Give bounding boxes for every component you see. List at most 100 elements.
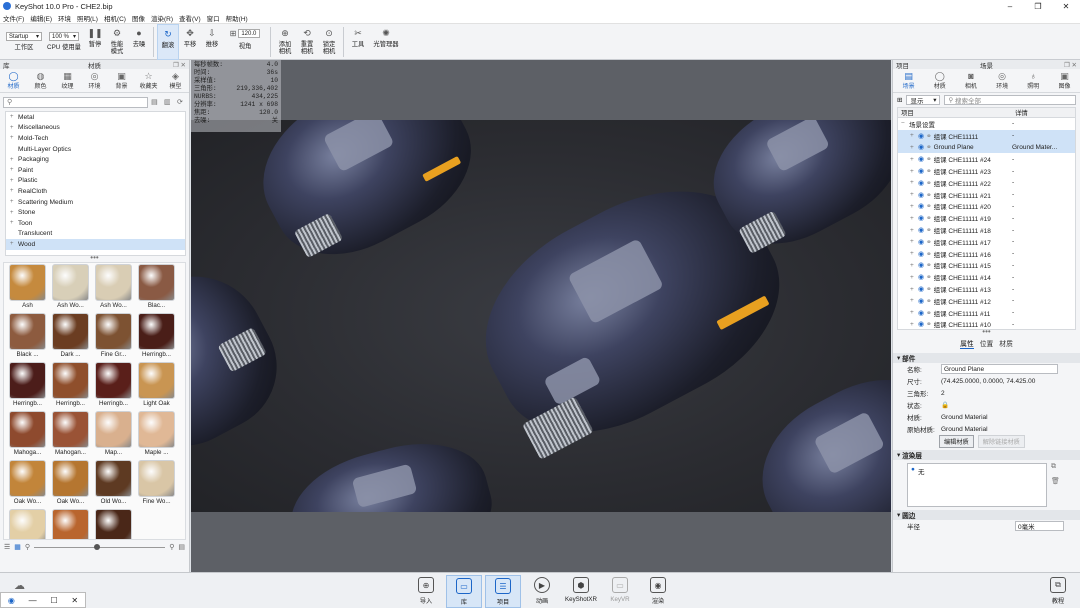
scene-tree-row[interactable]: + ◉ ⚭ 组课 CHE11111 #24 - — [898, 153, 1075, 165]
material-swatch[interactable]: Ash Wo... — [49, 263, 92, 310]
tab-colors[interactable]: ◍ 颜色 — [27, 69, 54, 92]
minimize-button[interactable]: – — [996, 2, 1024, 11]
material-swatch[interactable]: Herringb... — [6, 361, 49, 408]
animation-button[interactable]: ▶ 动画 — [524, 575, 560, 608]
keyshotxr-button[interactable]: ⬢ KeyShotXR — [560, 575, 602, 608]
scene-tree-row[interactable]: + ◉ ⚭ 组课 CHE11111 #16 - — [898, 248, 1075, 260]
material-folder-item[interactable]: + Miscellaneous — [6, 123, 185, 134]
scene-tree-row[interactable]: + ◉ ⚭ 组课 CHE11111 #15 - — [898, 260, 1075, 272]
visibility-eye-icon[interactable]: ◉ — [918, 297, 924, 305]
visibility-eye-icon[interactable]: ◉ — [918, 202, 924, 210]
material-swatch[interactable]: Maple ... — [135, 410, 178, 457]
folder-icon[interactable]: ▤ — [151, 98, 158, 106]
material-swatch[interactable]: Ash — [6, 263, 49, 310]
radius-input[interactable]: 0毫米 — [1015, 521, 1064, 531]
tab-material[interactable]: ◯ 材质 — [924, 69, 955, 92]
tab-part-material[interactable]: 材质 — [999, 338, 1013, 348]
tumble-button[interactable]: ↻ 翻滚 — [157, 24, 179, 60]
material-folder-item[interactable]: + Toon — [6, 218, 185, 229]
menu-help[interactable]: 帮助(H) — [223, 13, 251, 23]
material-swatch[interactable]: Herringb... — [49, 361, 92, 408]
close-icon[interactable]: ✕ — [71, 596, 78, 605]
render-layers-section-header[interactable]: ▾ 渲染层 — [893, 450, 1080, 460]
close-button[interactable]: ✕ — [1052, 2, 1080, 11]
library-button[interactable]: ▭ 库 — [446, 575, 482, 608]
material-folder-item[interactable]: + Packaging — [6, 154, 185, 165]
light-manager-button[interactable]: ✺ 光管理器 — [369, 24, 403, 60]
render-viewport[interactable]: 每秒帧数: 4.0 时间: 36s 采样值: 10 三角形: 219,336,402 NURBS… — [191, 60, 891, 572]
material-folder-item[interactable]: + Mold-Tech — [6, 133, 185, 144]
visibility-eye-icon[interactable]: ◉ — [918, 214, 924, 222]
menu-lighting[interactable]: 照明(L) — [74, 13, 101, 23]
tab-image[interactable]: ▣ 图像 — [1049, 69, 1080, 92]
material-swatch[interactable]: Oak Wo... — [6, 459, 49, 506]
render-layers-list[interactable]: ● 无 — [907, 463, 1047, 507]
expand-icon[interactable]: + — [10, 220, 18, 226]
visibility-eye-icon[interactable]: ◉ — [918, 273, 924, 281]
material-swatch[interactable] — [6, 508, 49, 539]
fov-input[interactable]: 120.0 — [238, 29, 261, 38]
menu-camera[interactable]: 相机(C) — [101, 13, 129, 23]
expand-icon[interactable]: + — [910, 286, 918, 293]
edit-material-button[interactable]: 编辑材质 — [939, 434, 974, 448]
material-folder-item[interactable]: + Plastic — [6, 176, 185, 187]
scene-tree-row[interactable]: + ◉ ⚭ 组课 CHE11111 #11 - — [898, 307, 1075, 319]
list-view-icon[interactable]: ☰ — [4, 543, 10, 551]
maximize-button[interactable]: ❐ — [1024, 2, 1052, 11]
material-folder-item[interactable]: + Paint — [6, 165, 185, 176]
menu-render[interactable]: 渲染(R) — [148, 13, 176, 23]
expand-icon[interactable]: + — [910, 321, 918, 328]
app-dot-icon[interactable]: ◉ — [8, 596, 15, 605]
scene-tree-row[interactable]: + ◉ ⚭ 组课 CHE11111 #18 - — [898, 224, 1075, 236]
expand-icon[interactable]: + — [10, 188, 18, 194]
restore-icon[interactable]: ☐ — [50, 596, 57, 605]
keyvr-button[interactable]: ▭ KeyVR — [602, 575, 638, 608]
material-swatch[interactable]: Dark ... — [49, 312, 92, 359]
tutorial-button[interactable]: ⧉ 教程 — [1040, 575, 1076, 608]
reset-camera-button[interactable]: ⟲ 重置 相机 — [296, 24, 318, 60]
unlink-material-button[interactable]: 解除链接材质 — [977, 434, 1025, 448]
material-swatch[interactable]: Oak Wo... — [49, 459, 92, 506]
expand-icon[interactable]: + — [10, 199, 18, 205]
refresh-icon[interactable]: ⟳ — [177, 98, 183, 106]
material-swatch[interactable]: Herringb... — [135, 312, 178, 359]
folder-add-icon[interactable]: ▥ — [164, 98, 171, 106]
hierarchy-icon[interactable]: ⊞ — [897, 96, 902, 104]
denoise-button[interactable]: ● 去噪 — [128, 24, 150, 60]
scene-tree-row[interactable]: + ◉ ⚭ 组课 CHE11111 #21 - — [898, 189, 1075, 201]
scene-view-select[interactable]: 显示 ▾ — [906, 95, 941, 105]
menu-window[interactable]: 窗口 — [204, 13, 223, 23]
visibility-eye-icon[interactable]: ◉ — [918, 285, 924, 293]
visibility-eye-icon[interactable]: ◉ — [918, 226, 924, 234]
project-button[interactable]: ☰ 项目 — [485, 575, 521, 608]
expand-icon[interactable]: + — [910, 227, 918, 234]
menu-edit[interactable]: 编辑(E) — [27, 13, 55, 23]
visibility-eye-icon[interactable]: ◉ — [918, 250, 924, 258]
material-swatch[interactable] — [92, 508, 135, 539]
visibility-eye-icon[interactable]: ◉ — [918, 320, 924, 328]
scene-tree-row[interactable]: + ◉ ⚭ 组课 CHE11111 #23 - — [898, 165, 1075, 177]
zoom-in-icon[interactable]: ⚲ — [169, 543, 174, 551]
expand-icon[interactable]: + — [10, 167, 18, 173]
material-swatch[interactable]: Mahogan... — [49, 410, 92, 457]
cloud-icon[interactable]: ☁ — [14, 579, 25, 592]
tab-favorites[interactable]: ☆ 收藏夹 — [135, 69, 162, 92]
expand-icon[interactable]: + — [910, 262, 918, 269]
tab-environments[interactable]: ◎ 环境 — [81, 69, 108, 92]
import-button[interactable]: ⊕ 导入 — [408, 575, 444, 608]
tab-backplates[interactable]: ▣ 背景 — [108, 69, 135, 92]
tab-materials[interactable]: ◯ 材质 — [0, 69, 27, 92]
expand-icon[interactable]: + — [910, 179, 918, 186]
material-folder-item[interactable]: Multi-Layer Optics — [6, 144, 185, 155]
scene-tree-row[interactable]: + ◉ ⚭ 组课 CHE11111 #12 - — [898, 295, 1075, 307]
scene-tree-row[interactable]: + ◉ ⚭ 组课 CHE11111 - — [898, 129, 1075, 142]
material-swatch[interactable]: Fine Gr... — [92, 312, 135, 359]
tab-environment[interactable]: ◎ 环境 — [987, 69, 1018, 92]
expand-icon[interactable]: + — [10, 178, 18, 184]
dolly-button[interactable]: ⇩ 推移 — [201, 24, 223, 60]
material-swatch[interactable]: Ash Wo... — [92, 263, 135, 310]
name-input[interactable]: Ground Plane — [941, 364, 1058, 374]
material-folder-item[interactable]: Translucent — [6, 229, 185, 240]
menu-view[interactable]: 查看(V) — [176, 13, 204, 23]
expand-icon[interactable]: + — [910, 215, 918, 222]
